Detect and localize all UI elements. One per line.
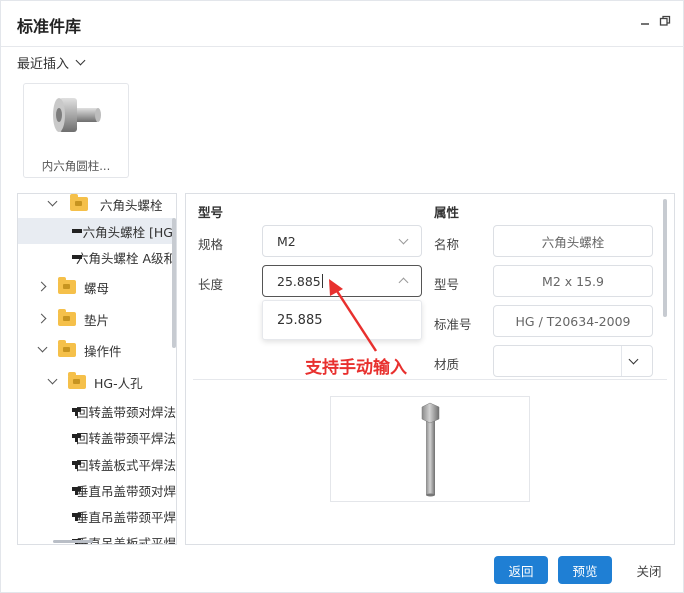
back-button[interactable]: 返回 xyxy=(494,556,548,584)
dialog-title: 标准件库 xyxy=(17,17,82,36)
tree-item-part[interactable]: 回转盖带颈平焊法 xyxy=(18,424,177,450)
tree-item-nut-folder[interactable]: 螺母 xyxy=(18,274,173,300)
tree-item-part[interactable]: 垂直吊盖带颈对焊 xyxy=(18,477,177,503)
tree-item-label: 垂直吊盖带颈平焊 xyxy=(76,509,177,525)
tree-item-label: 回转盖板式平焊法 xyxy=(76,457,177,473)
chevron-down-icon xyxy=(398,234,409,245)
model-value: M2 x 15.9 xyxy=(542,273,604,289)
model-label: 型号 xyxy=(434,277,460,292)
chevron-down-icon xyxy=(75,55,86,66)
tree-item-label: 螺母 xyxy=(84,280,110,296)
tree-item-hex-bolt-a[interactable]: 六角头螺栓 A级和 xyxy=(18,244,177,270)
tree-item-label: 六角头螺栓 A级和 xyxy=(76,250,177,266)
recent-item-caption: 内六角圆柱... xyxy=(41,159,111,173)
length-value: 25.885 xyxy=(277,273,321,289)
spec-value: M2 xyxy=(277,233,296,249)
name-value: 六角头螺栓 xyxy=(541,234,605,250)
standard-field: HG / T20634-2009 xyxy=(493,305,653,337)
name-field: 六角头螺栓 xyxy=(493,225,653,257)
tree-item-part[interactable]: 垂直吊盖板式平焊 xyxy=(18,529,177,545)
section-divider xyxy=(193,379,667,380)
tree-item-hg-manhole-folder[interactable]: HG-人孔 xyxy=(18,369,173,395)
category-tree[interactable]: 六角头螺栓 六角头螺栓 [HG 六角头螺栓 A级和 螺母 垫片 操作件 HG-人… xyxy=(17,193,177,545)
tree-item-part[interactable]: 垂直吊盖带颈平焊 xyxy=(18,503,177,529)
chevron-up-icon[interactable] xyxy=(398,277,409,288)
tree-item-hex-bolt-hg[interactable]: 六角头螺栓 [HG xyxy=(18,218,173,244)
preview-button[interactable]: 预览 xyxy=(558,556,612,584)
standard-value: HG / T20634-2009 xyxy=(515,313,631,329)
hex-bolt-preview-icon xyxy=(421,402,440,497)
standard-label: 标准号 xyxy=(434,317,472,332)
caret-right-icon[interactable] xyxy=(36,280,50,294)
caret-down-icon[interactable] xyxy=(46,375,60,389)
tree-item-label: HG-人孔 xyxy=(94,375,143,391)
tree-item-label: 垂直吊盖板式平焊 xyxy=(76,535,177,545)
socket-head-screw-icon xyxy=(53,98,101,132)
spec-label: 规格 xyxy=(198,237,224,252)
manual-input-annotation: 支持手动输入 xyxy=(305,358,407,378)
title-bar: 标准件库 xyxy=(1,1,684,47)
tree-item-label: 回转盖带颈平焊法 xyxy=(76,430,177,446)
tree-horizontal-scrollbar[interactable] xyxy=(53,540,93,543)
close-button[interactable]: 关闭 xyxy=(625,556,673,584)
standard-parts-dialog: 标准件库 最近插入 内六角圆柱... 六角头螺栓 六角头螺栓 [HG 六角头螺栓… xyxy=(0,0,684,593)
material-label: 材质 xyxy=(434,357,460,372)
length-label: 长度 xyxy=(198,277,224,292)
caret-right-icon[interactable] xyxy=(36,312,50,326)
recent-inserts-label: 最近插入 xyxy=(17,57,70,72)
tree-item-label: 垫片 xyxy=(84,312,110,328)
material-select[interactable] xyxy=(493,345,653,377)
length-option-label: 25.885 xyxy=(277,312,323,328)
folder-icon xyxy=(58,309,76,326)
tree-item-label: 六角头螺栓 [HG xyxy=(82,224,173,240)
bolt-part-icon xyxy=(72,226,82,236)
panel-vertical-scrollbar[interactable] xyxy=(663,199,667,317)
properties-section-title: 属性 xyxy=(434,205,460,220)
tree-item-part[interactable]: 回转盖带颈对焊法 xyxy=(18,398,177,424)
tree-item-label: 操作件 xyxy=(84,343,122,359)
tree-item-operation-folder[interactable]: 操作件 xyxy=(18,337,173,363)
tree-item-label: 六角头螺栓 xyxy=(100,197,163,213)
tree-item-label: 回转盖带颈对焊法 xyxy=(76,404,177,420)
caret-down-icon[interactable] xyxy=(36,343,50,357)
minimize-icon[interactable] xyxy=(637,13,653,29)
model-field: M2 x 15.9 xyxy=(493,265,653,297)
tree-item-hex-bolt-folder[interactable]: 六角头螺栓 xyxy=(18,194,173,217)
tree-item-part[interactable]: 回转盖板式平焊法 xyxy=(18,451,177,477)
model-section-title: 型号 xyxy=(198,205,224,220)
restore-icon[interactable] xyxy=(657,13,673,29)
chevron-down-icon[interactable] xyxy=(628,354,639,365)
tree-item-label: 垂直吊盖带颈对焊 xyxy=(76,483,177,499)
folder-icon xyxy=(70,194,88,211)
folder-icon xyxy=(68,372,86,389)
annotation-arrow-icon xyxy=(329,279,378,352)
recent-item-card[interactable]: 内六角圆柱... xyxy=(23,83,129,178)
tree-item-washer-folder[interactable]: 垫片 xyxy=(18,306,173,332)
part-preview xyxy=(330,396,530,502)
tree-vertical-scrollbar[interactable] xyxy=(172,218,176,348)
caret-down-icon[interactable] xyxy=(46,197,60,211)
folder-icon xyxy=(58,340,76,357)
name-label: 名称 xyxy=(434,237,460,252)
spec-select[interactable]: M2 xyxy=(262,225,422,257)
recent-inserts-toggle[interactable]: 最近插入 xyxy=(17,53,86,72)
select-divider xyxy=(621,346,622,376)
folder-icon xyxy=(58,277,76,294)
